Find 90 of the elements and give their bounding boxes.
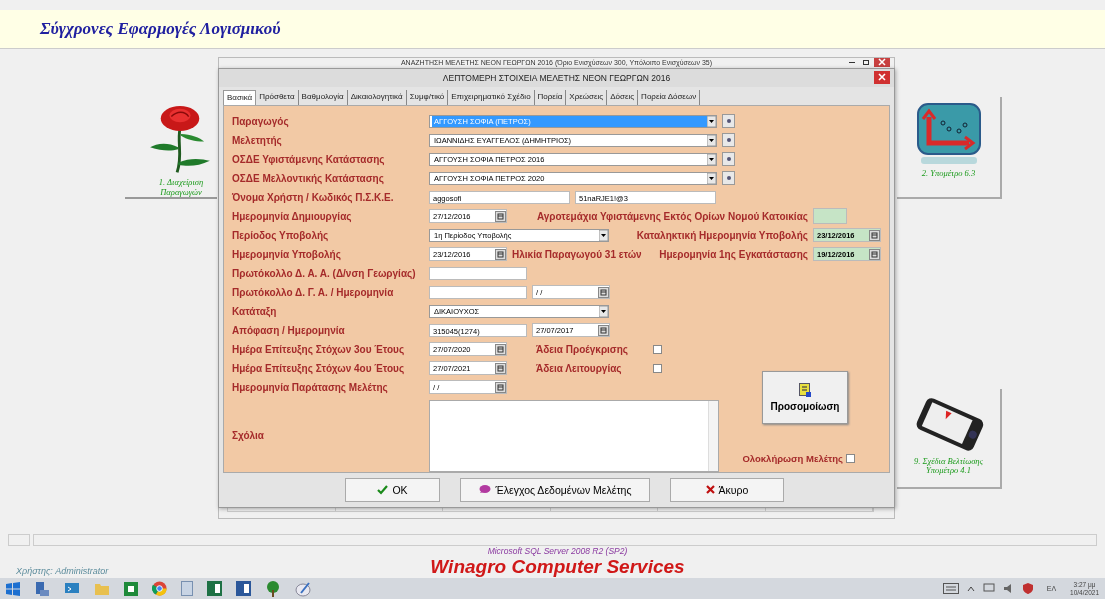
add-button[interactable]: [722, 133, 735, 148]
age-text: Ηλικία Παραγωγού 31 ετών: [512, 248, 642, 260]
tile-caption: 9. Σχέδια Βελτίωσης Υπομέτρο 4.1: [913, 456, 984, 476]
tab[interactable]: Βασικά: [223, 89, 257, 105]
tree-icon[interactable]: [265, 580, 281, 597]
word-processor-icon[interactable]: [236, 581, 251, 597]
checkbox[interactable]: [653, 344, 662, 354]
close-button[interactable]: [874, 70, 890, 84]
windows-logo-icon[interactable]: [6, 581, 20, 596]
tab[interactable]: Βαθμολογία: [298, 89, 348, 105]
maximize-button[interactable]: [860, 57, 872, 67]
paint-icon[interactable]: [295, 580, 311, 597]
cancel-button[interactable]: Άκυρο: [670, 477, 784, 502]
caret-icon: [599, 229, 608, 241]
plus-icon: [726, 138, 731, 143]
field-label: Ημερομηνία 1ης Εγκατάστασης: [659, 248, 808, 260]
shield-icon[interactable]: [1022, 583, 1033, 595]
dialog-title: ΛΕΠΤΟΜΕΡΗ ΣΤΟΙΧΕΙΑ ΜΕΛΕΤΗΣ ΝΕΟΝ ΓΕΩΡΓΩΝ 2016: [442, 72, 671, 83]
tab[interactable]: Πρόσθετα: [256, 89, 299, 105]
field-label: Καταληκτική Ημερομηνία Υποβολής: [636, 229, 808, 241]
field-label: Ημερομηνία Δημιουργίας: [232, 210, 353, 222]
close-button[interactable]: [874, 57, 890, 67]
tab[interactable]: Χρεώσεις: [566, 89, 608, 105]
field-label: Αγροτεμάχια Υφιστάμενης Εκτός Ορίων Νομού Κατοικίας: [536, 210, 808, 222]
tile-caption: 2. Υπομέτρο 6.3: [920, 168, 977, 179]
comments-field[interactable]: [429, 399, 719, 472]
checkbox[interactable]: [846, 453, 855, 463]
field-label: Ημέρα Επίτευξης Στόχων 3ου Έτους: [232, 343, 406, 355]
company-name: Winagro Computer Services: [430, 556, 685, 579]
speech-bubble-icon: [478, 484, 492, 496]
field-label: Όνομα Χρήστη / Κωδικός Π.Σ.Κ.Ε.: [232, 191, 395, 203]
browser-icon[interactable]: [152, 581, 167, 597]
field-label: Σχόλια: [232, 430, 265, 442]
chart-icon: [916, 102, 981, 165]
server-icon[interactable]: [34, 580, 50, 597]
tab[interactable]: Πορεία Δόσεων: [638, 89, 701, 105]
field-label: Περίοδος Υποβολής: [232, 229, 330, 241]
plus-icon: [726, 176, 731, 181]
field-label: Ολοκλήρωση Μελέτης: [742, 452, 843, 464]
tile-caption: 1. Διαχείριση Παραγωγών: [157, 178, 205, 197]
field-label: Μελετητής: [232, 134, 283, 146]
server-text: Microsoft SQL Server 2008 R2 (SP2): [487, 546, 628, 557]
tab[interactable]: Δικαιολογητικά: [347, 89, 407, 105]
chevron-up-icon[interactable]: [966, 585, 975, 592]
input-field[interactable]: [813, 208, 847, 225]
field-label: Πρωτόκολλο Δ. Α. Α. (Δ/νση Γεωργίας): [232, 267, 417, 279]
input-field[interactable]: [429, 266, 527, 280]
field-label: Παραγωγός: [232, 115, 290, 127]
caret-icon: [707, 153, 716, 165]
monitor-icon[interactable]: [64, 581, 80, 596]
close-icon: [878, 73, 886, 82]
app-title: Σύγχρονες Εφαρμογές Λογισμικού: [40, 18, 281, 39]
add-button[interactable]: [722, 114, 735, 129]
field-label: Ημερομηνία Υποβολής: [232, 248, 342, 260]
check-button[interactable]: Έλεγχος Δεδομένων Μελέτης: [460, 477, 650, 502]
scrollbar[interactable]: [708, 400, 718, 471]
field-label: ΟΣΔΕ Μελλοντικής Κατάστασης: [232, 172, 385, 184]
tab[interactable]: Συμφ/τικό: [406, 89, 449, 105]
caret-icon: [707, 134, 716, 146]
plus-icon: [726, 119, 731, 124]
document-icon[interactable]: [181, 581, 193, 597]
field-label: Κατάταξη: [232, 305, 278, 317]
tab[interactable]: Επιχειρηματικό Σχέδιο: [448, 89, 535, 105]
plus-icon: [726, 157, 731, 162]
field-label: ΟΣΔΕ Υφιστάμενης Κατάστασης: [232, 153, 386, 165]
add-button[interactable]: [722, 152, 735, 167]
field-label: Απόφαση / Ημερομηνία: [232, 324, 346, 336]
caret-icon: [599, 305, 608, 317]
caret-icon: [707, 115, 716, 127]
checkmark-icon: [377, 484, 389, 495]
field-label: Ημερομηνία Παράτασης Μελέτης: [232, 381, 389, 393]
spreadsheet-icon[interactable]: [207, 581, 222, 597]
user-text: Χρήστης: Administrator: [16, 566, 109, 577]
field-label: Άδεια Λειτουργίας: [536, 362, 623, 374]
field-label: Άδεια Προέγκρισης: [536, 343, 630, 355]
cross-icon: [705, 485, 715, 495]
status-panel: [8, 534, 30, 547]
ok-button[interactable]: OK: [345, 477, 440, 502]
keyboard-icon[interactable]: [942, 583, 959, 595]
close-icon: [878, 58, 886, 67]
checkbox[interactable]: [653, 363, 662, 373]
add-button[interactable]: [722, 171, 735, 186]
document-icon: [799, 382, 811, 397]
simulation-button[interactable]: Προσομοίωση: [762, 370, 848, 424]
tab[interactable]: Πορεία: [534, 89, 567, 105]
field-label: Πρωτόκολλο Δ. Γ. Α. / Ημερομηνία: [232, 286, 395, 298]
input-field[interactable]: [429, 285, 527, 299]
field-label: Ημέρα Επίτευξης Στόχων 4ου Έτους: [232, 362, 406, 374]
tab[interactable]: Δόσεις: [607, 89, 639, 105]
caret-icon: [707, 172, 716, 184]
